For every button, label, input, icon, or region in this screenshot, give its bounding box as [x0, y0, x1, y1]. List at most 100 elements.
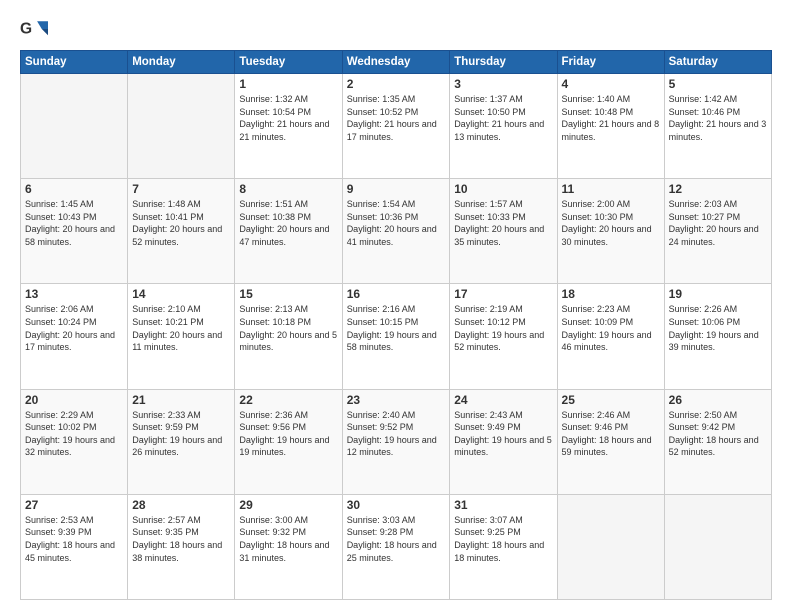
day-number: 26	[669, 393, 767, 407]
calendar-cell: 8Sunrise: 1:51 AM Sunset: 10:38 PM Dayli…	[235, 179, 342, 284]
day-number: 23	[347, 393, 446, 407]
calendar-cell: 13 Sunrise: 2:06 AM Sunset: 10:24 PM Dayl…	[21, 284, 128, 389]
day-number: 15	[239, 287, 337, 301]
day-number: 21	[132, 393, 230, 407]
day-number: 14	[132, 287, 230, 301]
day-info: Sunrise: 2:19 AM Sunset: 10:12 PM Daylig…	[454, 303, 552, 353]
weekday-header: Saturday	[664, 51, 771, 74]
day-info: Sunrise: 2:33 AM Sunset: 9:59 PM Dayligh…	[132, 409, 230, 459]
calendar-cell: 3 Sunrise: 1:37 AM Sunset: 10:50 PM Dayli…	[450, 74, 557, 179]
calendar-cell: 14 Sunrise: 2:10 AM Sunset: 10:21 PM Dayl…	[128, 284, 235, 389]
day-info: Sunrise: 2:06 AM Sunset: 10:24 PM Daylig…	[25, 303, 123, 353]
day-number: 17	[454, 287, 552, 301]
day-info: Sunrise: 1:40 AM Sunset: 10:48 PM Daylig…	[562, 93, 660, 143]
calendar-cell: 30 Sunrise: 3:03 AM Sunset: 9:28 PM Dayli…	[342, 494, 450, 599]
day-number: 5	[669, 77, 767, 91]
calendar-cell: 18 Sunrise: 2:23 AM Sunset: 10:09 PM Dayl…	[557, 284, 664, 389]
day-number: 22	[239, 393, 337, 407]
day-number: 30	[347, 498, 446, 512]
calendar-week-row: 6 Sunrise: 1:45 AM Sunset: 10:43 PM Dayli…	[21, 179, 772, 284]
calendar-cell: 23 Sunrise: 2:40 AM Sunset: 9:52 PM Dayli…	[342, 389, 450, 494]
calendar-cell	[128, 74, 235, 179]
weekday-header: Wednesday	[342, 51, 450, 74]
day-info: Sunrise: 1:45 AM Sunset: 10:43 PM Daylig…	[25, 198, 123, 248]
day-info: Sunrise: 3:03 AM Sunset: 9:28 PM Dayligh…	[347, 514, 446, 564]
day-info: Sunrise: 1:57 AM Sunset: 10:33 PM Daylig…	[454, 198, 552, 248]
day-number: 1	[239, 77, 337, 91]
calendar-page: G SundayMondayTuesdayWednesdayThursdayFr…	[0, 0, 792, 612]
day-info: Sunrise: 2:36 AM Sunset: 9:56 PM Dayligh…	[239, 409, 337, 459]
calendar-cell: 25Sunrise: 2:46 AM Sunset: 9:46 PM Dayli…	[557, 389, 664, 494]
calendar-week-row: 27 Sunrise: 2:53 AM Sunset: 9:39 PM Dayli…	[21, 494, 772, 599]
day-number: 19	[669, 287, 767, 301]
day-info: Sunrise: 2:57 AM Sunset: 9:35 PM Dayligh…	[132, 514, 230, 564]
day-info: Sunrise: 2:13 AM Sunset: 10:18 PM Daylig…	[239, 303, 337, 353]
day-number: 3	[454, 77, 552, 91]
calendar-cell: 10 Sunrise: 1:57 AM Sunset: 10:33 PM Dayl…	[450, 179, 557, 284]
day-number: 6	[25, 182, 123, 196]
day-number: 12	[669, 182, 767, 196]
calendar-cell: 11 Sunrise: 2:00 AM Sunset: 10:30 PM Dayl…	[557, 179, 664, 284]
weekday-header: Tuesday	[235, 51, 342, 74]
calendar-cell	[664, 494, 771, 599]
day-info: Sunrise: 2:03 AM Sunset: 10:27 PM Daylig…	[669, 198, 767, 248]
day-info: Sunrise: 2:50 AM Sunset: 9:42 PM Dayligh…	[669, 409, 767, 459]
day-number: 18	[562, 287, 660, 301]
calendar-cell	[557, 494, 664, 599]
calendar-cell: 31 Sunrise: 3:07 AM Sunset: 9:25 PM Dayli…	[450, 494, 557, 599]
day-info: Sunrise: 2:00 AM Sunset: 10:30 PM Daylig…	[562, 198, 660, 248]
calendar-cell: 15 Sunrise: 2:13 AM Sunset: 10:18 PM Dayl…	[235, 284, 342, 389]
day-info: Sunrise: 1:37 AM Sunset: 10:50 PM Daylig…	[454, 93, 552, 143]
calendar-cell: 5 Sunrise: 1:42 AM Sunset: 10:46 PM Dayli…	[664, 74, 771, 179]
weekday-header-row: SundayMondayTuesdayWednesdayThursdayFrid…	[21, 51, 772, 74]
calendar-cell: 7Sunrise: 1:48 AM Sunset: 10:41 PM Dayli…	[128, 179, 235, 284]
weekday-header: Sunday	[21, 51, 128, 74]
calendar-week-row: 13 Sunrise: 2:06 AM Sunset: 10:24 PM Dayl…	[21, 284, 772, 389]
day-number: 28	[132, 498, 230, 512]
day-info: Sunrise: 2:10 AM Sunset: 10:21 PM Daylig…	[132, 303, 230, 353]
calendar-cell: 1 Sunrise: 1:32 AM Sunset: 10:54 PM Dayli…	[235, 74, 342, 179]
day-info: Sunrise: 2:29 AM Sunset: 10:02 PM Daylig…	[25, 409, 123, 459]
day-number: 11	[562, 182, 660, 196]
day-info: Sunrise: 2:40 AM Sunset: 9:52 PM Dayligh…	[347, 409, 446, 459]
day-number: 10	[454, 182, 552, 196]
day-info: Sunrise: 1:54 AM Sunset: 10:36 PM Daylig…	[347, 198, 446, 248]
calendar-cell: 9Sunrise: 1:54 AM Sunset: 10:36 PM Dayli…	[342, 179, 450, 284]
day-number: 13	[25, 287, 123, 301]
svg-text:G: G	[20, 21, 32, 38]
calendar-cell: 12 Sunrise: 2:03 AM Sunset: 10:27 PM Dayl…	[664, 179, 771, 284]
day-info: Sunrise: 1:42 AM Sunset: 10:46 PM Daylig…	[669, 93, 767, 143]
calendar-cell	[21, 74, 128, 179]
calendar-cell: 20 Sunrise: 2:29 AM Sunset: 10:02 PM Dayl…	[21, 389, 128, 494]
day-number: 24	[454, 393, 552, 407]
day-number: 27	[25, 498, 123, 512]
day-number: 8	[239, 182, 337, 196]
weekday-header: Thursday	[450, 51, 557, 74]
header: G	[20, 18, 772, 40]
calendar-cell: 27 Sunrise: 2:53 AM Sunset: 9:39 PM Dayli…	[21, 494, 128, 599]
calendar-week-row: 20 Sunrise: 2:29 AM Sunset: 10:02 PM Dayl…	[21, 389, 772, 494]
day-info: Sunrise: 2:16 AM Sunset: 10:15 PM Daylig…	[347, 303, 446, 353]
calendar-cell: 16Sunrise: 2:16 AM Sunset: 10:15 PM Dayl…	[342, 284, 450, 389]
calendar-cell: 21 Sunrise: 2:33 AM Sunset: 9:59 PM Dayli…	[128, 389, 235, 494]
calendar-cell: 4Sunrise: 1:40 AM Sunset: 10:48 PM Dayli…	[557, 74, 664, 179]
day-number: 31	[454, 498, 552, 512]
weekday-header: Friday	[557, 51, 664, 74]
calendar-cell: 28 Sunrise: 2:57 AM Sunset: 9:35 PM Dayli…	[128, 494, 235, 599]
day-info: Sunrise: 1:48 AM Sunset: 10:41 PM Daylig…	[132, 198, 230, 248]
calendar-table: SundayMondayTuesdayWednesdayThursdayFrid…	[20, 50, 772, 600]
day-number: 20	[25, 393, 123, 407]
day-info: Sunrise: 3:07 AM Sunset: 9:25 PM Dayligh…	[454, 514, 552, 564]
day-info: Sunrise: 2:23 AM Sunset: 10:09 PM Daylig…	[562, 303, 660, 353]
day-info: Sunrise: 2:53 AM Sunset: 9:39 PM Dayligh…	[25, 514, 123, 564]
day-number: 29	[239, 498, 337, 512]
calendar-cell: 2Sunrise: 1:35 AM Sunset: 10:52 PM Dayli…	[342, 74, 450, 179]
day-number: 25	[562, 393, 660, 407]
calendar-cell: 19Sunrise: 2:26 AM Sunset: 10:06 PM Dayl…	[664, 284, 771, 389]
calendar-cell: 6 Sunrise: 1:45 AM Sunset: 10:43 PM Dayli…	[21, 179, 128, 284]
day-info: Sunrise: 1:32 AM Sunset: 10:54 PM Daylig…	[239, 93, 337, 143]
calendar-week-row: 1 Sunrise: 1:32 AM Sunset: 10:54 PM Dayli…	[21, 74, 772, 179]
day-number: 2	[347, 77, 446, 91]
calendar-cell: 22 Sunrise: 2:36 AM Sunset: 9:56 PM Dayli…	[235, 389, 342, 494]
day-info: Sunrise: 3:00 AM Sunset: 9:32 PM Dayligh…	[239, 514, 337, 564]
